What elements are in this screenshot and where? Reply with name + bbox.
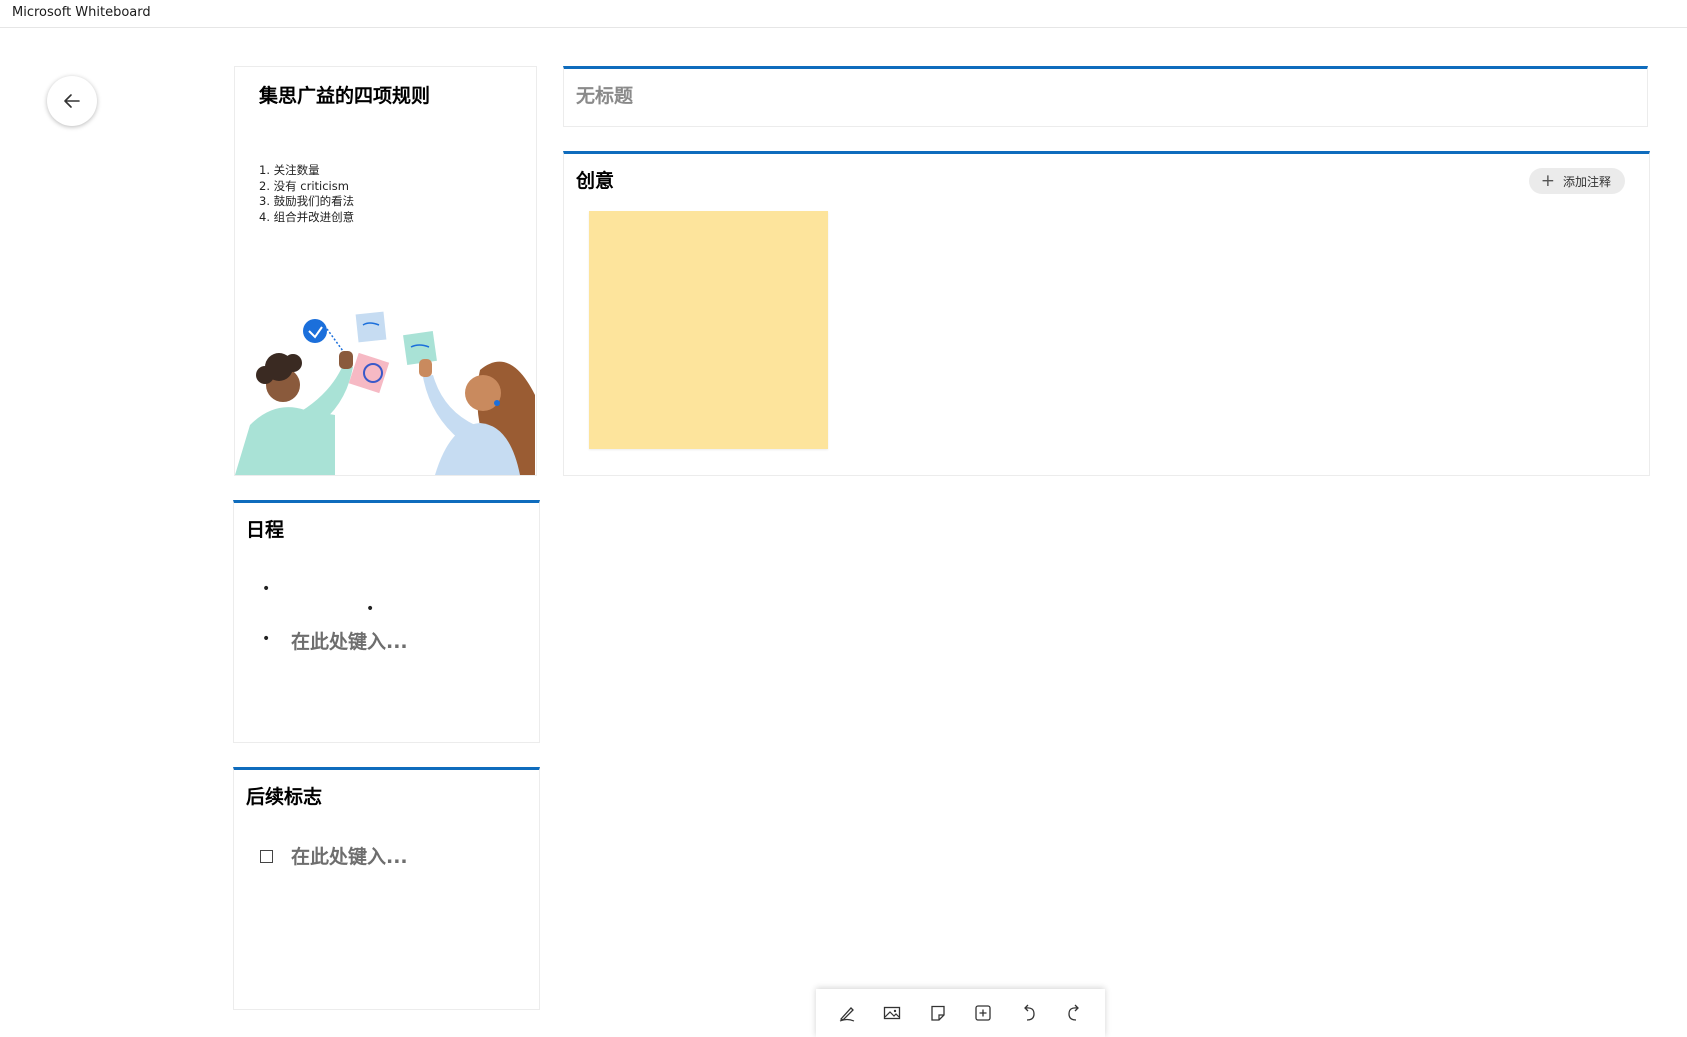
add-icon	[975, 1005, 991, 1021]
followup-title: 后续标志	[246, 786, 323, 808]
redo-button[interactable]	[1058, 997, 1090, 1029]
pen-icon	[839, 1007, 854, 1022]
pen-tool-button[interactable]	[831, 997, 863, 1029]
add-note-button[interactable]: + 添加注释	[1528, 168, 1625, 194]
add-sticky-note-button[interactable]	[922, 997, 954, 1029]
redo-icon	[1068, 1004, 1080, 1021]
title-bar: Microsoft Whiteboard	[0, 0, 1687, 28]
bullet-icon: •	[262, 631, 271, 647]
followup-input[interactable]: 在此处键入...	[291, 842, 408, 869]
agenda-card[interactable]: 日程 • • • 在此处键入...	[233, 500, 540, 743]
sticky-note[interactable]	[589, 211, 828, 449]
add-note-label: 添加注释	[1562, 174, 1611, 189]
insert-button[interactable]	[967, 997, 999, 1029]
agenda-title: 日程	[246, 519, 285, 541]
task-checkbox[interactable]	[260, 850, 273, 863]
insert-image-button[interactable]	[876, 997, 908, 1029]
arrow-left-icon	[64, 94, 80, 108]
plus-icon: +	[1540, 170, 1555, 191]
ideas-title: 创意	[576, 170, 615, 192]
bullet-icon: •	[262, 581, 271, 597]
rules-list: 1. 关注数量 2. 没有 criticism 3. 鼓励我们的看法 4. 组合…	[259, 163, 354, 225]
brainstorm-illustration	[235, 311, 535, 475]
bullet-icon: •	[366, 601, 375, 617]
bottom-toolbar	[816, 989, 1105, 1037]
rule-item: 3. 鼓励我们的看法	[259, 194, 355, 208]
image-icon	[884, 1006, 901, 1020]
sticky-note-icon	[931, 1005, 945, 1021]
rules-card[interactable]: 集思广益的四项规则 1. 关注数量 2. 没有 criticism 3. 鼓励我…	[234, 66, 537, 476]
rule-item: 2. 没有 criticism	[259, 178, 349, 193]
agenda-input[interactable]: 在此处键入...	[291, 627, 408, 654]
rule-item: 4. 组合并改进创意	[259, 209, 355, 224]
back-button[interactable]	[47, 76, 97, 126]
title-placeholder[interactable]: 无标题	[576, 81, 633, 108]
undo-button[interactable]	[1013, 997, 1045, 1029]
followup-card[interactable]: 后续标志 在此处键入...	[233, 767, 540, 1010]
rule-item: 1. 关注数量	[259, 163, 320, 177]
undo-icon	[1023, 1004, 1035, 1021]
window-title: Microsoft Whiteboard	[12, 5, 151, 20]
title-card[interactable]: 无标题	[563, 66, 1648, 127]
rules-title: 集思广益的四项规则	[259, 85, 431, 107]
ideas-card[interactable]: 创意 + 添加注释	[563, 151, 1650, 476]
